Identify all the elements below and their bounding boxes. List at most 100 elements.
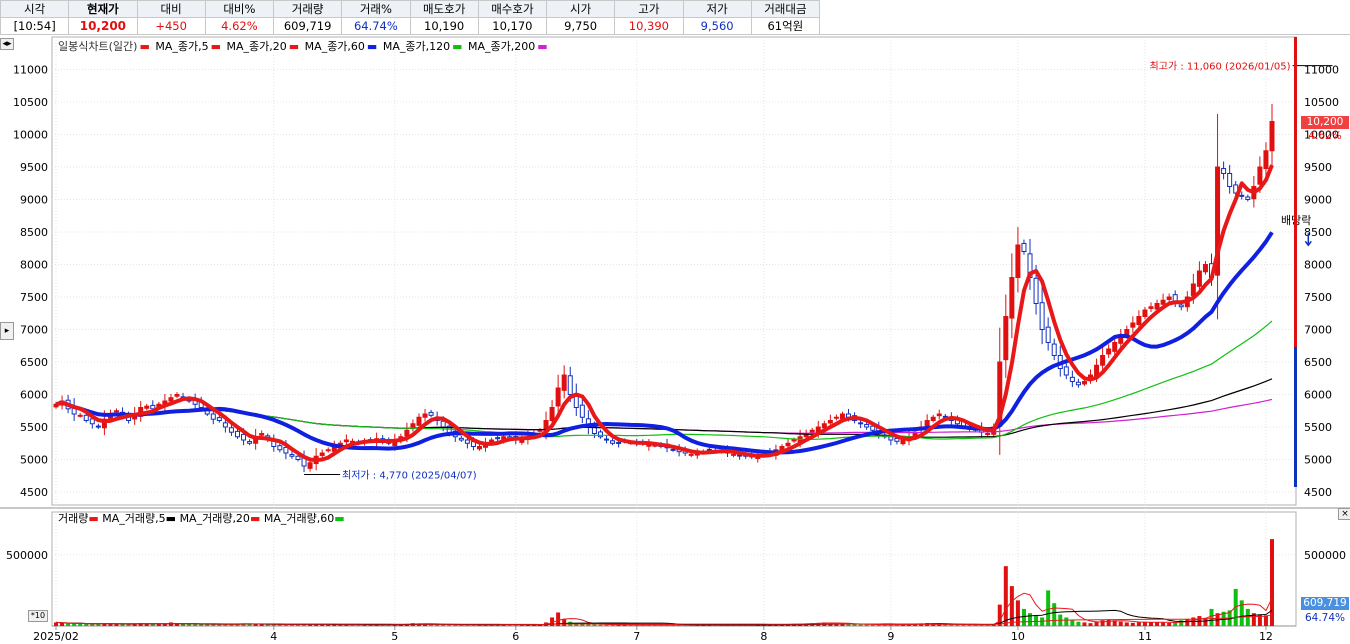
candle-body	[1003, 316, 1009, 361]
lowest-price-annotation: 최저가 : 4,770 (2025/04/07)	[342, 469, 477, 481]
candle-body	[404, 429, 410, 437]
volume-bar	[90, 624, 95, 626]
candle-body	[1257, 166, 1263, 185]
x-tick-label-5: 8	[760, 630, 767, 643]
candle-body	[930, 416, 936, 421]
candle-body	[1021, 242, 1027, 253]
y-tick-right-5500: 5500	[1304, 421, 1332, 434]
y-tick-right-5000: 5000	[1304, 454, 1332, 467]
close-panel-icon[interactable]: ×	[1338, 508, 1350, 520]
candle-body	[458, 437, 464, 441]
volume-bar	[852, 624, 857, 626]
volume-bar	[1003, 566, 1008, 626]
quote-table: 시각 현재가 대비 대비% 거래량 거래% 매도호가 매수호가 시가 고가 저가…	[0, 0, 821, 35]
volume-bar	[253, 624, 258, 626]
candle-body	[1263, 150, 1269, 170]
candle-body	[77, 414, 83, 417]
volume-bar	[1161, 622, 1166, 626]
volume-bar	[1209, 608, 1214, 626]
quote-header-ask: 매도호가	[409, 0, 479, 18]
quote-header-volume-pct: 거래%	[341, 0, 411, 18]
ma20-line	[55, 231, 1274, 455]
volume-bar	[858, 624, 863, 626]
expand-arrows-icon[interactable]: ◂▸	[0, 38, 14, 50]
volume-bar	[1021, 608, 1026, 626]
quote-header-row: 시각 현재가 대비 대비% 거래량 거래% 매도호가 매수호가 시가 고가 저가…	[0, 0, 821, 18]
volume-ma20-line	[55, 609, 1273, 626]
candle-body	[1039, 302, 1045, 331]
y-tick-left-9500: 9500	[20, 161, 48, 174]
price-chart-title: 일봉식차트(일간)	[58, 40, 138, 53]
quote-header-change: 대비	[136, 0, 206, 18]
volume-bar	[1106, 619, 1111, 626]
candle-body	[416, 416, 422, 426]
volume-bar	[1009, 586, 1014, 626]
candle-body	[1148, 306, 1154, 309]
quote-low: 9,560	[682, 17, 752, 35]
volume-panel-frame	[51, 511, 1297, 627]
legend-ma60: MA_종가,60	[304, 40, 365, 53]
candle-body	[1160, 299, 1166, 305]
volume-bar	[562, 618, 567, 626]
legend-vol-ma60: MA_거래량,60	[263, 512, 335, 525]
volume-bar	[1136, 622, 1141, 626]
y-tick-left-10500: 10500	[13, 96, 48, 109]
volume-bar	[181, 624, 186, 626]
candle-body	[1154, 303, 1160, 310]
candle-body	[985, 433, 991, 436]
quote-amount: 61억원	[750, 17, 821, 35]
y-tick-left-6000: 6000	[20, 389, 48, 402]
candle-body	[410, 423, 416, 429]
candle-body	[809, 429, 815, 433]
quote-bar-filler	[820, 0, 1350, 35]
volume-bar	[60, 623, 65, 626]
candle-body	[210, 413, 216, 420]
candle-body	[597, 431, 603, 438]
y-tick-left-5500: 5500	[20, 421, 48, 434]
volume-bar	[78, 623, 83, 626]
quote-change: +450	[136, 17, 206, 35]
quote-header-bid: 매수호가	[477, 0, 548, 18]
candle-body	[821, 423, 827, 429]
legend-ma20: MA_종가,20	[226, 40, 287, 53]
candle-body	[1033, 277, 1039, 304]
candle-body	[307, 462, 313, 469]
candle-body	[1112, 342, 1118, 352]
candle-body	[1015, 244, 1021, 278]
candle-body	[1221, 168, 1227, 174]
candle-body	[1009, 277, 1015, 319]
candle-body	[1190, 283, 1196, 296]
volume-bar	[150, 624, 155, 626]
candle-body	[476, 446, 482, 450]
volume-bar	[1245, 608, 1250, 626]
quote-header-high: 고가	[614, 0, 684, 18]
candle-body	[168, 397, 174, 402]
candle-body	[900, 439, 906, 445]
volume-bar	[1100, 620, 1105, 626]
candle-body	[579, 404, 585, 418]
quote-current-price: 10,200	[68, 17, 138, 35]
x-tick-label-3: 6	[512, 630, 519, 643]
quote-header-low: 저가	[682, 0, 752, 18]
candle-body	[616, 441, 622, 444]
y-tick-left-9000: 9000	[20, 194, 48, 207]
candle-body	[1166, 296, 1172, 300]
candle-body	[549, 407, 555, 421]
candle-body	[234, 430, 240, 438]
candle-body	[1239, 194, 1245, 197]
candle-body	[688, 453, 694, 456]
stock-chart[interactable]: 4500 45005000 50005500 55006000 60006500 6500…	[0, 35, 1350, 644]
volume-bar	[156, 624, 161, 626]
candle-body	[1081, 381, 1087, 385]
volume-bar	[1124, 622, 1129, 626]
right-indicator-red	[1294, 37, 1297, 347]
quote-value-row: [10:54] 10,200 +450 4.62% 609,719 64.74%…	[0, 17, 821, 35]
candle-body	[936, 413, 942, 417]
panel-toggle-icon[interactable]: ▸	[0, 322, 14, 340]
volume-bar	[1130, 622, 1135, 626]
volume-tick-right: 500000	[1304, 549, 1346, 562]
volume-bar	[1088, 623, 1093, 626]
quote-header-open: 시가	[545, 0, 616, 18]
candle-body	[1142, 309, 1148, 317]
y-tick-left-10000: 10000	[13, 129, 48, 142]
